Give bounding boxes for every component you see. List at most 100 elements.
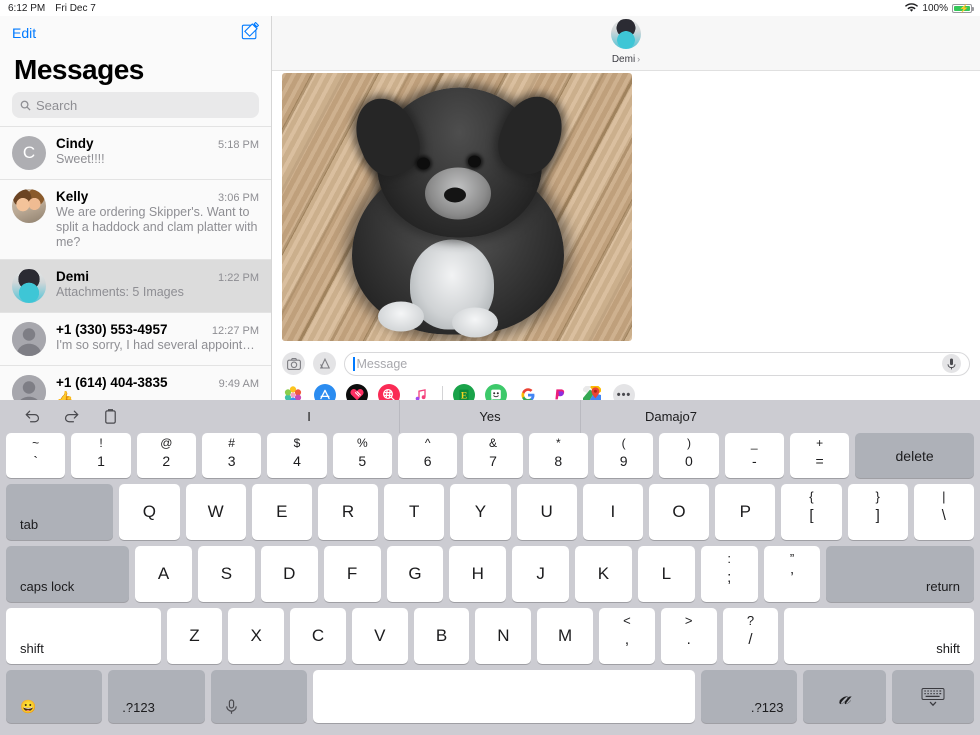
key-t[interactable]: T — [384, 484, 445, 540]
key-return[interactable]: return — [826, 546, 974, 602]
status-bar: 6:12 PM Fri Dec 7 100% ⚡ — [0, 0, 980, 16]
key-m[interactable]: M — [537, 608, 594, 664]
key-z[interactable]: Z — [166, 608, 223, 664]
status-right-group: 100% ⚡ — [905, 2, 974, 14]
camera-icon[interactable] — [282, 352, 305, 375]
key-w[interactable]: W — [185, 484, 246, 540]
conversation-item-330-553-4957[interactable]: +1 (330) 553-4957 12:27 PM I'm so sorry,… — [0, 313, 271, 366]
key-top-label: < — [623, 613, 631, 628]
key-k[interactable]: K — [575, 546, 632, 602]
paste-icon[interactable] — [102, 408, 119, 425]
key-top-label: % — [356, 436, 368, 450]
key-d[interactable]: D — [260, 546, 318, 602]
chevron-right-icon: › — [637, 54, 641, 64]
key-l[interactable]: L — [637, 546, 695, 602]
key-semicolon[interactable]: :; — [700, 546, 758, 602]
key-a[interactable]: A — [135, 546, 192, 602]
key-x[interactable]: X — [228, 608, 285, 664]
key-slash[interactable]: ? / — [722, 608, 779, 664]
conversation-preview: Attachments: 5 Images — [56, 285, 184, 299]
key-handwriting[interactable]: 𝒶 — [803, 670, 886, 723]
key-tab[interactable]: tab — [6, 484, 114, 540]
key-bottom-label: - — [751, 453, 757, 469]
key-h[interactable]: H — [449, 546, 507, 602]
key-6[interactable]: ^ 6 — [397, 433, 458, 478]
key-dictation[interactable] — [210, 670, 307, 723]
redo-icon[interactable] — [63, 408, 80, 425]
key-j[interactable]: J — [512, 546, 570, 602]
key-3[interactable]: #3 — [201, 433, 262, 478]
prediction-3[interactable]: Damajo7 — [581, 400, 761, 433]
key-hide-keyboard[interactable] — [891, 670, 974, 723]
key-bracket-right[interactable]: }] — [847, 484, 908, 540]
key-q[interactable]: Q — [119, 484, 180, 540]
key-f[interactable]: F — [323, 546, 381, 602]
key-2[interactable]: @2 — [136, 433, 196, 478]
status-date: Fri Dec 7 — [55, 2, 96, 14]
key-space[interactable] — [312, 670, 696, 723]
edit-button[interactable]: Edit — [12, 25, 36, 41]
key-shift-right[interactable]: shift — [784, 608, 975, 664]
key-9[interactable]: (9 — [593, 433, 654, 478]
key-5[interactable]: % 5 — [332, 433, 392, 478]
conversation-list: C Cindy 5:18 PM Sweet!!!! Kelly 3:06 PM — [0, 126, 271, 419]
key-u[interactable]: U — [516, 484, 577, 540]
message-input[interactable]: Message — [344, 351, 970, 376]
key-delete[interactable]: delete — [855, 433, 974, 478]
key-top-label: : — [727, 551, 731, 566]
key-quote[interactable]: ”’ — [763, 546, 821, 602]
key-comma[interactable]: <, — [599, 608, 655, 664]
key-b[interactable]: B — [413, 608, 470, 664]
key-g[interactable]: G — [386, 546, 444, 602]
conversation-item-cindy[interactable]: C Cindy 5:18 PM Sweet!!!! — [0, 126, 271, 180]
conversation-time: 3:06 PM — [218, 192, 259, 204]
key-numbers-left[interactable]: .?123 — [108, 670, 205, 723]
keyboard-number-row: ~ ` ! 1 @2 #3 $4 % 5 ^ 6 & 7 * 8 (9 ) 0 _ - + = d… — [4, 433, 976, 478]
key-c[interactable]: C — [290, 608, 346, 664]
conversation-item-demi[interactable]: Demi 1:22 PM Attachments: 5 Images — [0, 260, 271, 313]
microphone-icon[interactable] — [942, 354, 961, 373]
message-image-attachment[interactable] — [282, 73, 632, 341]
battery-percent-label: 100% — [922, 2, 948, 14]
keyboard-bottom-row: 😀 .?123 .?123 𝒶 — [4, 670, 976, 723]
key-s[interactable]: S — [197, 546, 255, 602]
key-bottom-label: 4 — [293, 453, 301, 469]
key-r[interactable]: R — [317, 484, 379, 540]
key-7[interactable]: & 7 — [463, 433, 523, 478]
key-emoji[interactable]: 😀 — [6, 670, 103, 723]
keyboard-home-row: caps lock A S D F G H J K L :; ”’ return — [4, 546, 976, 602]
key-v[interactable]: V — [351, 608, 408, 664]
key-i[interactable]: I — [582, 484, 643, 540]
key-4[interactable]: $4 — [267, 433, 327, 478]
key-backslash[interactable]: | \ — [913, 484, 974, 540]
prediction-1[interactable]: I — [219, 400, 400, 433]
key-bottom-label: ` — [33, 453, 38, 469]
key-period[interactable]: >. — [660, 608, 717, 664]
key-1[interactable]: ! 1 — [71, 433, 131, 478]
compose-icon[interactable] — [241, 21, 260, 45]
key-equals[interactable]: + = — [789, 433, 850, 478]
message-thread — [272, 71, 980, 348]
prediction-2[interactable]: Yes — [400, 400, 581, 433]
undo-icon[interactable] — [24, 408, 41, 425]
key-0[interactable]: ) 0 — [659, 433, 719, 478]
key-p[interactable]: P — [715, 484, 776, 540]
key-o[interactable]: O — [648, 484, 710, 540]
key-n[interactable]: N — [475, 608, 532, 664]
conversation-name: Demi — [56, 269, 90, 284]
search-input[interactable]: Search — [12, 92, 259, 118]
key-bottom-label: 9 — [619, 453, 628, 469]
key-minus[interactable]: _ - — [724, 433, 784, 478]
search-placeholder: Search — [36, 97, 78, 113]
key-shift-left[interactable]: shift — [6, 608, 161, 664]
key-caps-lock[interactable]: caps lock — [6, 546, 130, 602]
key-y[interactable]: Y — [450, 484, 511, 540]
key-bracket-left[interactable]: {[ — [781, 484, 842, 540]
app-store-icon[interactable] — [313, 352, 336, 375]
key-tilde-grave[interactable]: ~ ` — [6, 433, 66, 478]
conversation-item-kelly[interactable]: Kelly 3:06 PM We are ordering Skipper's.… — [0, 180, 271, 260]
key-8[interactable]: * 8 — [528, 433, 588, 478]
conversation-header[interactable]: Demi › — [272, 16, 980, 71]
key-numbers-right[interactable]: .?123 — [701, 670, 798, 723]
key-e[interactable]: E — [251, 484, 312, 540]
